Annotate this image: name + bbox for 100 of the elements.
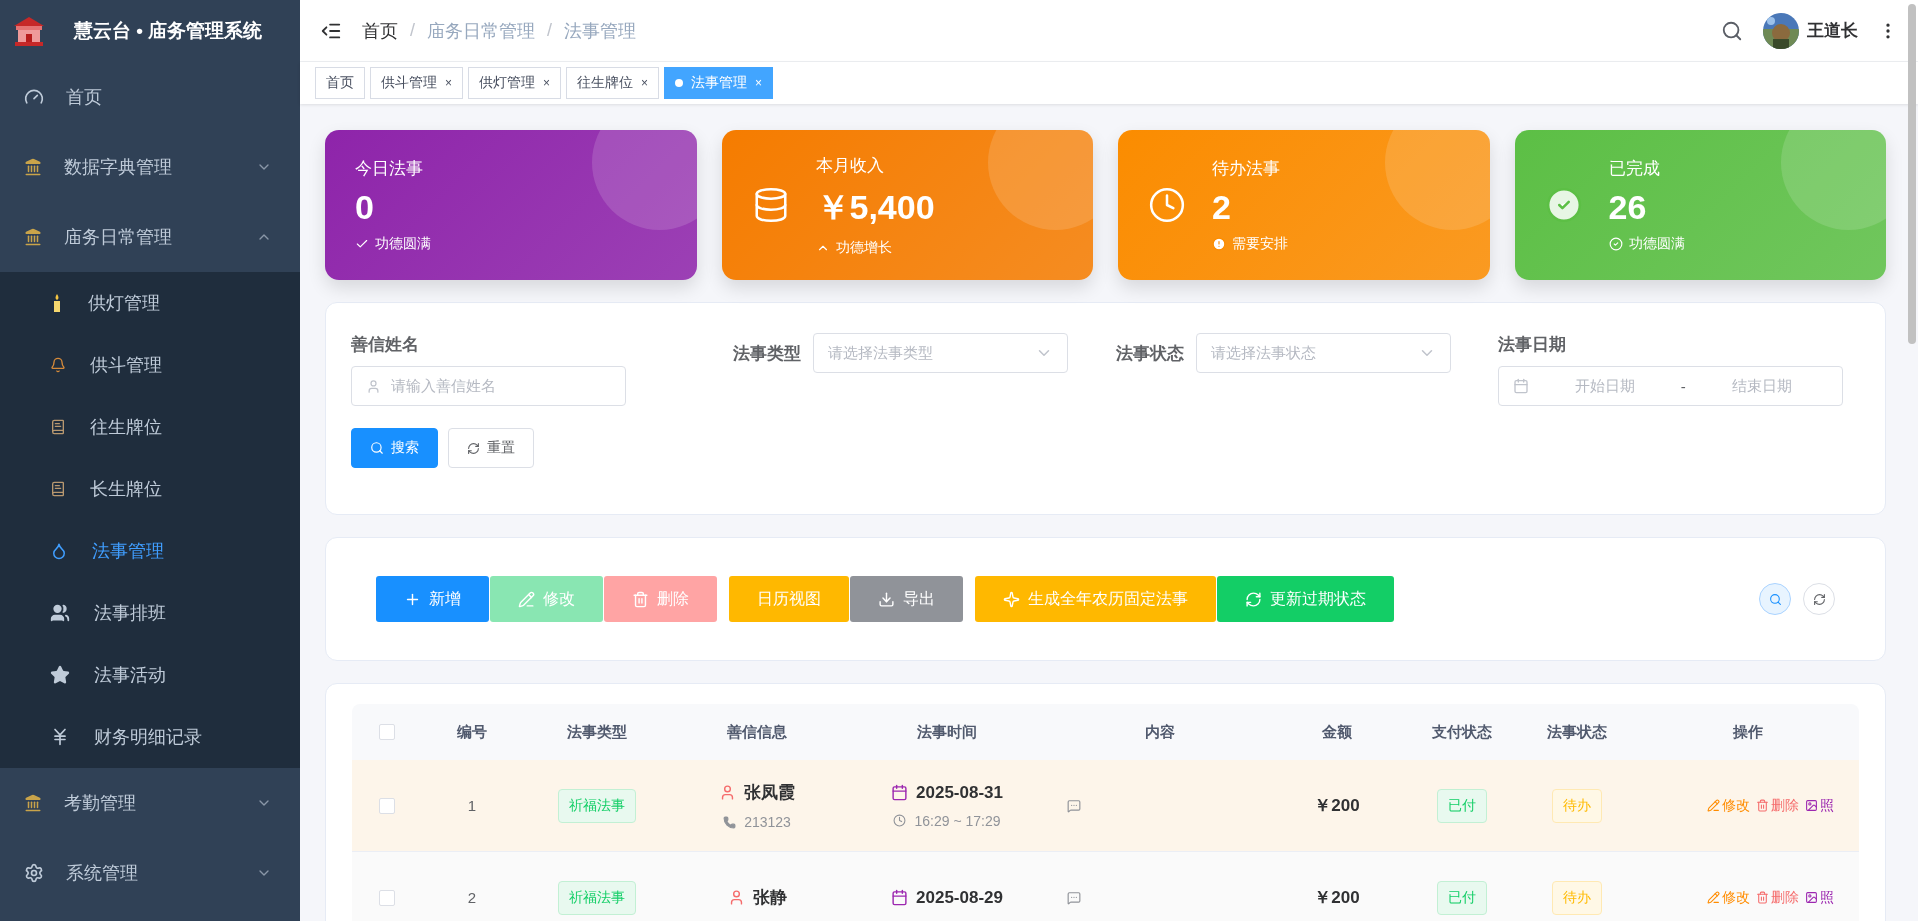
check-icon [355,237,369,251]
download-icon [878,590,895,608]
phone-number: 213123 [744,814,791,830]
toolbar-button[interactable]: 新增 [376,576,489,622]
filter-label: 善信姓名 [351,334,420,356]
amount: ￥200 [1313,887,1361,909]
close-icon[interactable]: × [543,76,551,90]
edit-icon [1707,799,1720,812]
close-icon[interactable]: × [445,76,452,90]
search-toggle-button[interactable] [1759,583,1791,615]
sidebar-item[interactable]: 首页 [0,62,300,132]
tab[interactable]: 首页 [315,67,365,99]
edit-icon [518,590,535,608]
check-circle-icon [1544,186,1583,224]
sidebar-item[interactable]: 财务明细记录 [0,706,300,768]
sidebar-item[interactable]: 考勤管理 [0,768,300,838]
user-icon [366,378,381,394]
date-range-field[interactable]: 开始日期 - 结束日期 [1497,366,1843,406]
row-checkbox[interactable] [379,889,395,906]
image-icon [1805,799,1818,812]
photo-link[interactable]: 照 [1805,888,1834,907]
clock-icon [893,814,907,827]
column-header: 法事时间 [916,722,978,742]
sidebar-item[interactable]: 庙务日常管理 [0,202,300,272]
calendar-icon [891,889,908,906]
sidebar-item[interactable]: 供斗管理 [0,334,300,396]
breadcrumb-separator: / [410,20,415,41]
reset-button[interactable]: 重置 [448,428,534,468]
comment-icon [1067,798,1081,813]
stat-title: 待办法事 [1212,158,1281,180]
search-icon [1768,592,1782,606]
refresh-icon [1812,592,1826,606]
status-tag: 待办 [1552,880,1602,915]
sidebar-item[interactable]: 法事管理 [0,520,300,582]
refresh-button[interactable] [1803,583,1835,615]
star-icon [50,665,70,685]
column-header: 操作 [1732,722,1764,742]
image-icon [1805,891,1818,904]
temple-icon [24,158,42,176]
row-checkbox[interactable] [379,797,395,814]
stat-note: 功德圆满 [1628,235,1685,253]
temple-logo-icon [12,14,46,48]
temple-icon [24,794,42,812]
sidebar-item[interactable]: 往生牌位 [0,396,300,458]
stat-value: 2 [1212,188,1232,227]
settings-icon [24,863,44,883]
sidebar-item[interactable]: 供灯管理 [0,272,300,334]
tab[interactable]: 供灯管理 × [468,67,562,99]
filter-label: 法事类型 [733,342,802,365]
trash-icon [1756,799,1769,812]
alert-icon [1212,237,1226,251]
sidebar-item[interactable]: 法事排班 [0,582,300,644]
sidebar-item[interactable]: 法事活动 [0,644,300,706]
user-name[interactable]: 王道长 [1807,19,1858,42]
sidebar-item[interactable]: 系统管理 [0,838,300,908]
table-row[interactable]: 2 祈福法事 张静 2025-08-29 ￥200 已付 待办 修改 删除 照 [352,852,1859,921]
tablet-icon [50,481,66,497]
payment-tag: 已付 [1437,788,1487,823]
drop-icon [50,542,68,560]
row-number: 2 [466,889,478,906]
type-tag: 祈福法事 [558,880,636,915]
search-button[interactable]: 搜索 [351,428,438,468]
user-icon [719,784,736,801]
filter-label: 法事状态 [1115,342,1184,365]
amount: ￥200 [1313,795,1361,817]
breadcrumb-item[interactable]: 首页 [362,18,398,43]
phone-icon [723,815,737,829]
ritual-date: 2025-08-29 [916,887,1003,908]
stat-note: 功德圆满 [375,235,431,253]
comment-icon [1067,890,1081,905]
active-dot-icon [675,79,684,87]
column-header: 法事类型 [566,722,628,742]
table-row[interactable]: 1 祈福法事 张凤霞 213123 2025-08-31 16:29 ~ 17:29 ￥200 已付 待办 修改 删除 照 [352,760,1859,852]
stat-value: 26 [1608,188,1648,227]
select-all-checkbox[interactable] [379,724,395,740]
column-header: 支付状态 [1431,722,1493,742]
clock-icon [1148,186,1186,224]
filter-label: 法事日期 [1497,334,1567,356]
believer-name: 张静 [752,887,787,909]
status-tag: 待办 [1552,788,1602,823]
stat-value: 0 [355,188,375,227]
tab[interactable]: 往生牌位 × [566,67,660,99]
sidebar-item[interactable]: 长生牌位 [0,458,300,520]
close-icon[interactable]: × [641,76,649,90]
calendar-icon [1512,378,1529,394]
search-icon [370,441,384,455]
sidebar-item[interactable]: 数据字典管理 [0,132,300,202]
scrollbar-thumb[interactable] [1908,4,1916,344]
photo-link[interactable]: 照 [1805,796,1834,815]
type-tag: 祈福法事 [558,788,636,823]
search-icon[interactable] [1721,19,1743,42]
sparkle-icon [1003,590,1020,608]
users-icon [50,603,70,623]
trash-icon [632,590,649,608]
column-header: 法事状态 [1546,722,1608,742]
tab[interactable]: 供斗管理 × [370,67,463,99]
refresh-icon [1245,590,1262,608]
ritual-time: 16:29 ~ 17:29 [914,812,1001,829]
breadcrumb-item: 庙务日常管理 [427,19,535,43]
calendar-icon [891,784,908,801]
